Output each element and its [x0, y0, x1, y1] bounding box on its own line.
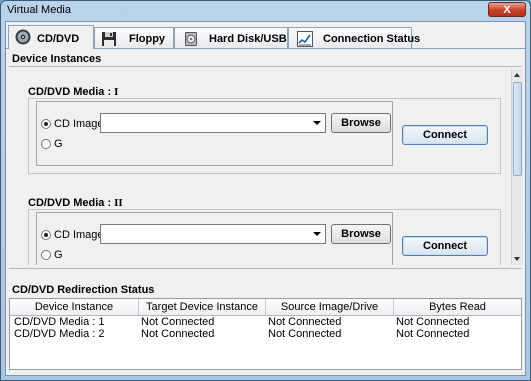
hard-disk-icon	[185, 32, 197, 46]
tab-hard-disk-usb[interactable]: Hard Disk/USB	[174, 27, 288, 49]
column-header[interactable]: Source Image/Drive	[266, 299, 394, 315]
browse-button[interactable]: Browse	[331, 113, 391, 133]
browse-button[interactable]: Browse	[331, 224, 391, 244]
tab-connection-status[interactable]: Connection Status	[288, 27, 420, 49]
drive-radio[interactable]	[41, 139, 51, 149]
client-area: CD/DVD Floppy Hard Disk/USB Connection S…	[5, 21, 526, 376]
table-cell: CD/DVD Media : 2	[14, 328, 105, 340]
cd-image-combo[interactable]	[100, 224, 326, 244]
chart-icon	[297, 31, 313, 47]
tab-cd-dvd[interactable]: CD/DVD	[8, 25, 94, 49]
column-header[interactable]: Device Instance	[10, 299, 139, 315]
media-source-box	[36, 101, 393, 166]
cd-image-radio[interactable]	[41, 119, 51, 129]
divider	[9, 268, 522, 269]
redirection-status-title: CD/DVD Redirection Status	[12, 284, 155, 296]
vertical-scrollbar[interactable]	[511, 69, 523, 265]
drive-radio[interactable]	[41, 250, 51, 260]
tab-label: Connection Status	[323, 33, 421, 45]
column-header[interactable]: Target Device Instance	[139, 299, 266, 315]
table-cell: CD/DVD Media : 1	[14, 316, 105, 328]
connect-button[interactable]: Connect	[402, 236, 488, 256]
drive-label: G	[54, 138, 63, 150]
tab-label: Floppy	[129, 33, 166, 45]
cd-image-label: CD Image	[54, 118, 104, 130]
scroll-up-icon[interactable]	[512, 69, 523, 81]
table-cell: Not Connected	[396, 328, 470, 340]
chevron-down-icon[interactable]	[309, 225, 325, 243]
roman-numeral: I	[114, 86, 119, 98]
floppy-icon	[102, 32, 116, 46]
table-cell: Not Connected	[141, 328, 215, 340]
chevron-down-icon[interactable]	[309, 114, 325, 132]
table-cell: Not Connected	[141, 316, 215, 328]
table-cell: Not Connected	[268, 316, 342, 328]
scroll-down-icon[interactable]	[512, 253, 523, 265]
media-group-label: CD/DVD Media :I	[28, 86, 119, 98]
virtual-media-window: Virtual Media X CD/DVD Floppy Hard Disk/…	[0, 0, 531, 381]
cd-image-radio[interactable]	[41, 230, 51, 240]
redirection-status-table: Device Instance Target Device Instance S…	[9, 298, 522, 370]
device-instances-title: Device Instances	[12, 53, 102, 65]
tab-floppy[interactable]: Floppy	[94, 27, 174, 49]
cd-icon	[15, 29, 31, 45]
window-title: Virtual Media	[7, 4, 71, 16]
roman-numeral: II	[114, 197, 123, 209]
media-group-label: CD/DVD Media : II	[28, 197, 123, 209]
tab-label: CD/DVD	[37, 33, 80, 45]
table-cell: Not Connected	[268, 328, 342, 340]
table-header: Device Instance Target Device Instance S…	[10, 299, 521, 316]
scrollbar-thumb[interactable]	[513, 82, 522, 176]
close-button[interactable]: X	[488, 2, 526, 17]
tab-label: Hard Disk/USB	[209, 33, 287, 45]
column-header[interactable]: Bytes Read	[394, 299, 521, 315]
drive-label: G	[54, 249, 63, 261]
connect-button[interactable]: Connect	[402, 125, 488, 145]
device-instances-scroll-area: CD/DVD Media :I CD Image Browse G Connec…	[9, 67, 522, 265]
cd-image-combo[interactable]	[100, 113, 326, 133]
cd-image-label: CD Image	[54, 229, 104, 241]
title-bar[interactable]: Virtual Media X	[1, 1, 530, 21]
table-cell: Not Connected	[396, 316, 470, 328]
